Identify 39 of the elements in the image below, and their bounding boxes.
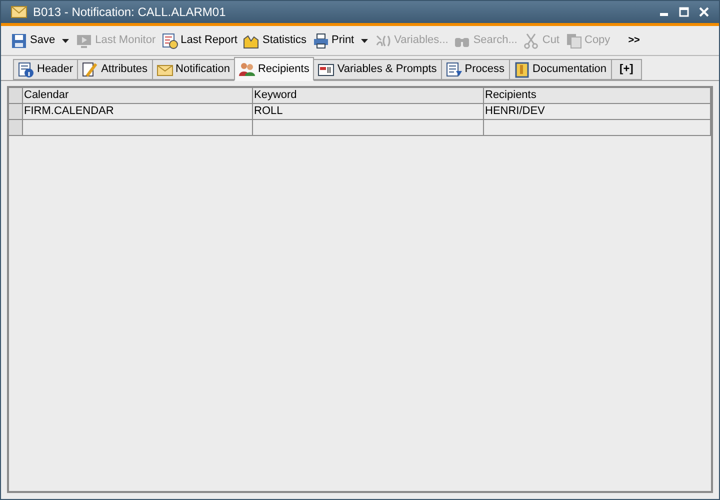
tab[interactable]: Documentation xyxy=(508,59,612,80)
toolbar-button[interactable]: Print xyxy=(310,28,356,52)
maximize-icon[interactable] xyxy=(679,7,689,17)
tab[interactable]: Attributes xyxy=(77,59,153,80)
book-icon xyxy=(514,62,530,78)
document-arrow-icon xyxy=(446,62,462,78)
column-header[interactable]: Calendar xyxy=(23,88,253,103)
tab[interactable]: Process xyxy=(440,59,510,80)
tab[interactable]: Recipients xyxy=(234,57,314,81)
toolbar-button[interactable]: Last Report xyxy=(160,28,240,52)
row-header[interactable] xyxy=(9,104,23,119)
chart-icon xyxy=(243,32,260,48)
column-header[interactable]: Keyword xyxy=(253,88,484,103)
row-header[interactable] xyxy=(9,120,23,135)
column-header[interactable]: Recipients xyxy=(484,88,711,103)
document-clock-icon xyxy=(162,32,178,48)
table-cell: ROLL xyxy=(253,104,484,119)
document-pencil-icon xyxy=(82,62,98,78)
tab[interactable]: Header xyxy=(13,59,78,80)
scissors-icon xyxy=(523,32,540,48)
form-icon xyxy=(318,62,334,78)
printer-icon xyxy=(312,32,328,48)
variables-icon xyxy=(375,32,392,48)
add-tab[interactable]: [+] xyxy=(610,59,642,80)
more-button[interactable]: >> xyxy=(626,33,642,48)
toolbar-button[interactable]: Save xyxy=(9,28,58,52)
people-icon xyxy=(238,61,255,77)
envelope-icon xyxy=(11,6,27,18)
table-cell: HENRI/DEV xyxy=(484,104,711,119)
table-cell: FIRM.CALENDAR xyxy=(23,104,253,119)
tab[interactable]: Variables & Prompts xyxy=(313,59,442,80)
row-header[interactable] xyxy=(9,88,23,103)
tab[interactable]: Notification xyxy=(152,59,235,80)
monitor-icon xyxy=(76,32,92,48)
document-info-icon xyxy=(18,62,34,78)
toolbar-button[interactable]: Statistics xyxy=(241,28,308,52)
copy-icon xyxy=(566,32,582,48)
window-title: B013 - Notification: CALL.ALARM01 xyxy=(33,4,227,21)
close-icon[interactable] xyxy=(699,7,709,17)
